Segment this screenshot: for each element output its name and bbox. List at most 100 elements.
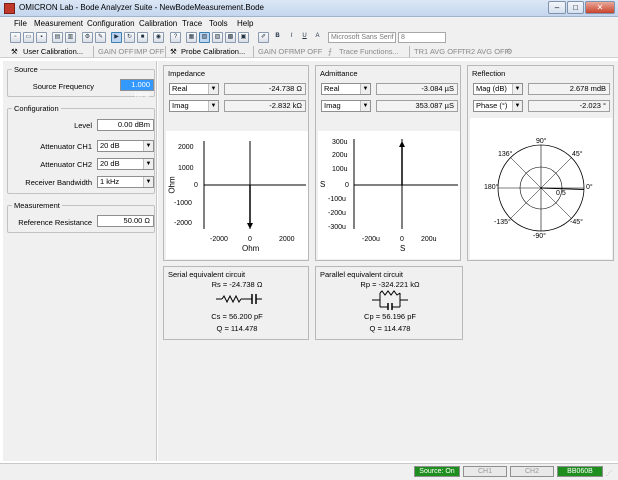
reference-resistance-input[interactable]: 50.00 Ω (97, 215, 154, 227)
admittance-y-label: S (320, 180, 326, 189)
menu-tools[interactable]: Tools (209, 19, 228, 28)
impedance-format-1-select[interactable]: Real ▼ (169, 83, 219, 95)
admittance-format-1-value: Real (324, 84, 340, 93)
admittance-format-2-select[interactable]: Imag ▼ (321, 100, 371, 112)
chevron-down-icon: ▼ (360, 101, 370, 111)
parallel-rp-value: Rp = -324.221 kΩ (360, 280, 420, 289)
view-3-icon[interactable]: ▨ (212, 32, 223, 43)
receiver-bandwidth-value: 1 kHz (100, 177, 120, 186)
tr1-avg-button[interactable]: TR1 AVG OFF (414, 46, 462, 57)
reflection-format-1-select[interactable]: Mag (dB) ▼ (473, 83, 523, 95)
imp-off-2-button[interactable]: IMP OFF (292, 46, 322, 57)
help-icon[interactable]: ? (170, 32, 181, 43)
admittance-trace-marker (399, 141, 405, 147)
impedance-ytick: -1000 (174, 200, 192, 207)
admittance-plot-canvas (353, 139, 458, 229)
wrench-icon[interactable]: ✎ (95, 32, 106, 43)
admittance-ytick: 0 (345, 182, 349, 189)
polar-radius-label: 0.5 (556, 190, 566, 197)
level-label: Level (74, 121, 92, 130)
italic-icon[interactable]: I (286, 32, 297, 43)
chevron-down-icon: ▼ (208, 101, 218, 111)
font-size-select[interactable]: 8 (398, 32, 446, 43)
probe-calibration-button[interactable]: Probe Calibration... (181, 46, 245, 57)
admittance-plot[interactable]: 300u 200u 100u 0 -100u -200u -300u -200u… (318, 131, 460, 259)
calibrate-icon[interactable]: ⚙ (82, 32, 93, 43)
underline-icon[interactable]: U (299, 32, 310, 43)
view-2-icon[interactable]: ▧ (199, 32, 210, 43)
attenuator-ch1-value: 20 dB (100, 141, 120, 150)
font-color-icon[interactable]: A (312, 32, 323, 43)
impedance-pane: Impedance Real ▼ -24.738 Ω Imag ▼ -2.832 k… (163, 65, 309, 261)
source-status-badge: Source: On (414, 466, 460, 477)
admittance-format-1-select[interactable]: Real ▼ (321, 83, 371, 95)
print-preview-icon[interactable]: ▥ (65, 32, 76, 43)
font-name-value: Microsoft Sans Serif (331, 34, 394, 41)
imp-off-1-button[interactable]: IMP OFF (134, 46, 164, 57)
view-4-icon[interactable]: ▩ (225, 32, 236, 43)
reflection-pane: Reflection Mag (dB) ▼ 2.678 mdB Phase (°)… (467, 65, 614, 261)
attenuator-ch2-value: 20 dB (100, 159, 120, 168)
serial-equivalent-title: Serial equivalent circuit (168, 270, 246, 279)
impedance-value-1: -24.738 Ω (224, 83, 306, 95)
admittance-value-1: -3.084 µS (376, 83, 458, 95)
configuration-group-title: Configuration (12, 104, 61, 113)
ch1-status-badge: CH1 (463, 466, 507, 477)
bold-icon[interactable]: B (272, 32, 283, 43)
impedance-xtick: -2000 (210, 236, 228, 243)
menu-file[interactable]: File (14, 19, 27, 28)
menu-calibration[interactable]: Calibration (139, 19, 177, 28)
open-icon[interactable]: ▭ (23, 32, 34, 43)
resize-grip-icon[interactable]: ⋰ (606, 470, 615, 479)
attenuator-ch2-select[interactable]: 20 dB ▼ (97, 158, 154, 170)
maximize-button[interactable]: □ (567, 1, 584, 14)
view-1-icon[interactable]: ▦ (186, 32, 197, 43)
receiver-bandwidth-select[interactable]: 1 kHz ▼ (97, 176, 154, 188)
impedance-plot[interactable]: 2000 1000 0 -1000 -2000 -2000 0 2000 Ohm… (166, 131, 308, 259)
menu-help[interactable]: Help (237, 19, 253, 28)
print-icon[interactable]: ▤ (52, 32, 63, 43)
stop-icon[interactable]: ■ (137, 32, 148, 43)
attenuator-ch2-label: Attenuator CH2 (40, 160, 92, 169)
admittance-xtick: -200u (362, 236, 380, 243)
impedance-format-2-select[interactable]: Imag ▼ (169, 100, 219, 112)
menu-measurement[interactable]: Measurement (34, 19, 83, 28)
admittance-format-2-value: Imag (324, 101, 341, 110)
impedance-ytick: 2000 (178, 144, 194, 151)
settings-panel: Source Source Frequency 1.000 MHz Config… (3, 61, 157, 461)
separator (253, 46, 254, 57)
minimize-button[interactable]: – (548, 1, 566, 14)
pen-icon[interactable]: ✐ (258, 32, 269, 43)
gain-off-1-button[interactable]: GAIN OFF (98, 46, 133, 57)
reflection-format-2-select[interactable]: Phase (°) ▼ (473, 100, 523, 112)
user-calibration-button[interactable]: User Calibration... (23, 46, 83, 57)
font-name-select[interactable]: Microsoft Sans Serif (328, 32, 396, 43)
source-frequency-input[interactable]: 1.000 MHz (120, 79, 154, 99)
attenuator-ch1-select[interactable]: 20 dB ▼ (97, 140, 154, 152)
trace-functions-button[interactable]: Trace Functions... (339, 46, 399, 57)
serial-equivalent-pane: Serial equivalent circuit Rs = -24.738 Ω… (163, 266, 309, 340)
menu-trace[interactable]: Trace (182, 19, 202, 28)
reflection-polar-plot[interactable]: 90° 45° 0° -45° -90° -135° 180° 136° 0.5 (470, 118, 612, 259)
new-icon[interactable]: ▫ (10, 32, 21, 43)
continuous-measure-icon[interactable]: ↻ (124, 32, 135, 43)
receiver-bandwidth-label: Receiver Bandwidth (25, 178, 92, 187)
level-input[interactable]: 0.00 dBm (97, 119, 154, 131)
close-button[interactable]: ✕ (585, 1, 615, 14)
globe-icon[interactable]: ◉ (153, 32, 164, 43)
impedance-y-label: Ohm (167, 176, 177, 194)
serial-q-value: Q = 114.478 (216, 324, 258, 333)
menu-configuration[interactable]: Configuration (87, 19, 135, 28)
view-5-icon[interactable]: ▣ (238, 32, 249, 43)
avg-settings-icon[interactable]: ⚙ (506, 46, 513, 57)
admittance-ytick: 100u (332, 166, 348, 173)
admittance-ytick: 300u (332, 139, 348, 146)
main-toolbar: ▫ ▭ ▪ ▤ ▥ ⚙ ✎ ▶ ↻ ■ ◉ ? ▦ ▧ ▨ ▩ ▣ ✐ B I … (0, 31, 618, 45)
single-measure-icon[interactable]: ▶ (111, 32, 122, 43)
source-frequency-label: Source Frequency (32, 82, 94, 91)
gain-off-2-button[interactable]: GAIN OFF (258, 46, 293, 57)
impedance-trace-marker (247, 223, 253, 229)
save-icon[interactable]: ▪ (36, 32, 47, 43)
parallel-equivalent-pane: Parallel equivalent circuit Rp = -324.22… (315, 266, 463, 340)
tr2-avg-button[interactable]: TR2 AVG OFF (461, 46, 509, 57)
